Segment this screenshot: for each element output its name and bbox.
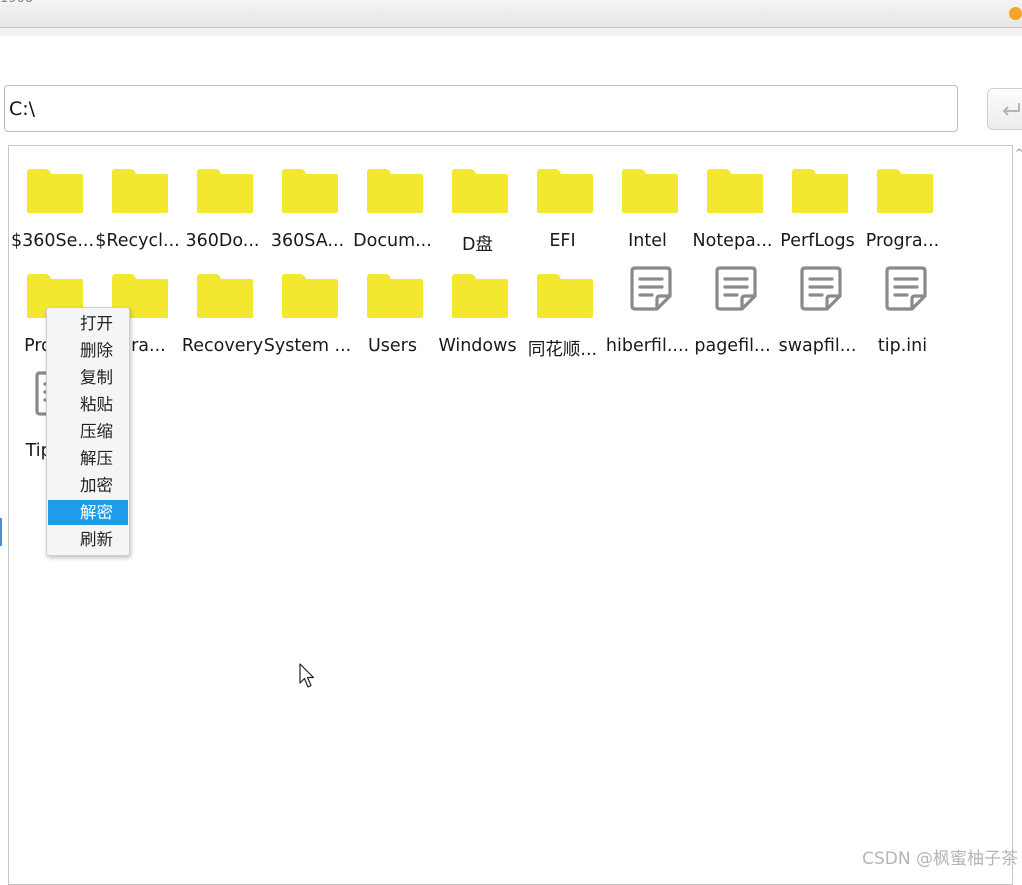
window-titlebar: 1908 <box>0 0 1022 28</box>
context-menu-item[interactable]: 压缩 <box>48 419 128 444</box>
file-name-label: tip.ini <box>877 336 928 356</box>
document-icon <box>860 250 945 311</box>
toolbar <box>0 28 1022 36</box>
document-icon <box>605 250 690 311</box>
path-input[interactable] <box>4 85 958 132</box>
folder-icon <box>775 145 860 213</box>
file-name-label: Docum... <box>353 231 432 251</box>
folder-item[interactable]: 同花顺... <box>520 250 605 360</box>
folder-item[interactable]: 360Do... <box>180 145 265 251</box>
file-item[interactable]: hiberfil.... <box>605 250 690 356</box>
folder-icon <box>350 145 435 213</box>
file-name-label: Intel <box>628 231 667 251</box>
context-menu-item[interactable]: 复制 <box>48 365 128 390</box>
mouse-cursor-icon <box>299 663 315 688</box>
file-name-label: Windows <box>438 336 517 356</box>
file-name-label: EFI <box>549 231 576 251</box>
folder-item[interactable]: Progra... <box>860 145 945 251</box>
folder-icon <box>95 250 180 318</box>
folder-icon <box>520 145 605 213</box>
folder-icon <box>605 145 690 213</box>
folder-icon <box>10 145 95 213</box>
folder-item[interactable]: EFI <box>520 145 605 251</box>
folder-icon <box>265 250 350 318</box>
context-menu-item[interactable]: 粘贴 <box>48 392 128 417</box>
file-name-label: PerfLogs <box>780 231 855 251</box>
go-button[interactable] <box>987 88 1022 130</box>
folder-icon <box>435 250 520 318</box>
file-name-label: hiberfil.... <box>605 336 690 356</box>
folder-item[interactable]: $360Se... <box>10 145 95 251</box>
folder-item[interactable]: Docum... <box>350 145 435 251</box>
folder-item[interactable]: PerfLogs <box>775 145 860 251</box>
folder-icon <box>95 145 180 213</box>
context-menu-item[interactable]: 加密 <box>48 473 128 498</box>
folder-item[interactable]: Windows <box>435 250 520 356</box>
file-item[interactable]: tip.ini <box>860 250 945 356</box>
context-menu-item[interactable]: 解密 <box>48 500 128 525</box>
context-menu: 打开 删除 复制 粘贴 压缩 解压 加密 解密 刷新 <box>46 307 130 556</box>
folder-icon <box>10 250 95 318</box>
left-panel-edge <box>0 518 2 546</box>
folder-item[interactable]: 360SA... <box>265 145 350 251</box>
file-name-label: Users <box>367 336 417 356</box>
file-name-label: swapfil... <box>778 336 857 356</box>
file-item[interactable]: pagefil... <box>690 250 775 356</box>
file-name-label: $360Se... <box>10 231 95 251</box>
minimize-button[interactable] <box>1009 7 1022 20</box>
watermark: CSDN @枫蜜柚子茶 <box>862 849 1018 869</box>
file-name-label: Notepa... <box>692 231 773 251</box>
folder-item[interactable]: D盘 <box>435 145 520 255</box>
context-menu-item[interactable]: 解压 <box>48 446 128 471</box>
context-menu-item[interactable]: 打开 <box>48 311 128 336</box>
folder-icon <box>350 250 435 318</box>
folder-icon <box>435 145 520 213</box>
file-name-label: Progra... <box>865 231 940 251</box>
folder-icon <box>180 145 265 213</box>
document-icon <box>775 250 860 311</box>
folder-item[interactable]: System ... <box>264 250 351 356</box>
folder-icon <box>860 145 945 213</box>
folder-icon <box>180 250 265 318</box>
file-name-label: 同花顺... <box>527 340 598 360</box>
file-item[interactable]: swapfil... <box>775 250 860 356</box>
folder-item[interactable]: Users <box>350 250 435 356</box>
document-icon <box>690 250 775 311</box>
folder-item[interactable]: Intel <box>605 145 690 251</box>
scroll-up-arrow[interactable]: ^ <box>1015 148 1022 159</box>
file-name-label: 360Do... <box>185 231 260 251</box>
file-name-label: pagefil... <box>694 336 771 356</box>
enter-arrow-icon <box>1002 103 1020 116</box>
file-name-label: System ... <box>263 336 352 356</box>
folder-icon <box>520 250 605 318</box>
folder-item[interactable]: $Recycl... <box>95 145 180 251</box>
folder-item[interactable]: Recovery <box>180 250 265 356</box>
context-menu-item[interactable]: 删除 <box>48 338 128 363</box>
folder-item[interactable]: Notepa... <box>690 145 775 251</box>
folder-icon <box>690 145 775 213</box>
file-name-label: 360SA... <box>270 231 345 251</box>
context-menu-item[interactable]: 刷新 <box>48 527 128 552</box>
file-name-label: Recovery <box>181 336 264 356</box>
file-name-label: $Recycl... <box>95 231 180 251</box>
folder-icon <box>265 145 350 213</box>
window-title: 1908 <box>0 0 33 6</box>
